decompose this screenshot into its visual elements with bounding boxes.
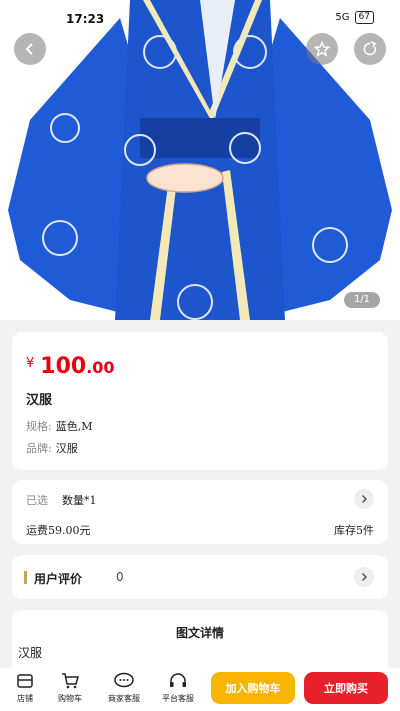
spec-label: 规格:: [26, 420, 52, 433]
reviews-label: 用户评价: [34, 572, 83, 586]
status-bar: 17:23 5G 67: [0, 0, 400, 36]
brand-label: 品牌:: [26, 442, 52, 455]
cart-icon: [62, 673, 79, 689]
product-image-gallery[interactable]: 17:23 5G 67 1/1: [0, 0, 400, 320]
product-name: 汉服: [26, 393, 53, 408]
merchant-service-label: 商家客服: [108, 694, 140, 703]
favorite-button[interactable]: [306, 33, 338, 65]
reviews-arrow[interactable]: [354, 567, 374, 587]
status-time: 17:23: [66, 12, 105, 26]
back-button[interactable]: [14, 33, 46, 65]
price: ¥100.00: [26, 354, 115, 379]
select-spec-arrow[interactable]: [354, 489, 374, 509]
reviews-card[interactable]: 用户评价 0: [12, 555, 388, 599]
platform-service-tab[interactable]: 平台客服: [155, 672, 201, 708]
share-icon: [363, 41, 377, 56]
selected-label: 已选: [26, 494, 48, 507]
chevron-right-icon: [362, 573, 367, 581]
image-counter: 1/1: [344, 292, 380, 308]
cart-tab[interactable]: 购物车: [47, 672, 93, 708]
freight-text: 运费59.00元: [26, 524, 91, 537]
buy-now-button[interactable]: 立即购买: [304, 672, 388, 704]
brand-row: 品牌: 汉服: [26, 440, 78, 456]
chevron-left-icon: [25, 43, 33, 55]
brand-value: 汉服: [55, 442, 78, 455]
cart-label: 购物车: [58, 694, 82, 703]
spec-value: 蓝色,M: [55, 420, 93, 433]
store-icon: [17, 674, 33, 688]
reviews-count: 0: [116, 570, 124, 584]
share-button[interactable]: [354, 33, 386, 65]
detail-title: 图文详情: [175, 626, 224, 640]
currency-symbol: ¥: [26, 356, 35, 371]
store-label: 店铺: [17, 694, 33, 703]
detail-text: 汉服: [18, 646, 43, 660]
price-card: ¥100.00 汉服 规格: 蓝色,M 品牌: 汉服: [12, 332, 388, 470]
hanfu-robe-image: [8, 0, 392, 320]
selected-spec-row[interactable]: 已选 数量*1: [26, 492, 97, 508]
selection-card: 已选 数量*1 运费59.00元 库存5件: [12, 480, 388, 544]
price-integer: 100: [40, 354, 87, 379]
chat-icon: [114, 672, 134, 688]
headset-icon: [170, 673, 186, 687]
merchant-service-tab[interactable]: 商家客服: [101, 672, 147, 708]
chevron-right-icon: [362, 495, 367, 503]
status-icons: 5G 67: [335, 11, 374, 24]
signal-icon: 5G: [335, 12, 350, 23]
bottom-action-bar: 店铺 购物车 商家客服 平台客服 加入购物车 立即购买: [0, 668, 400, 711]
quantity-text: 数量*1: [62, 494, 97, 507]
stock-text: 库存5件: [334, 524, 374, 537]
add-to-cart-button[interactable]: 加入购物车: [211, 672, 295, 704]
platform-service-label: 平台客服: [162, 694, 194, 703]
price-decimal: .00: [86, 358, 115, 377]
store-tab[interactable]: 店铺: [2, 672, 48, 708]
spec-row: 规格: 蓝色,M: [26, 418, 92, 434]
star-icon: [314, 41, 330, 57]
section-accent-bar: [24, 571, 27, 584]
battery-icon: 67: [354, 11, 374, 24]
